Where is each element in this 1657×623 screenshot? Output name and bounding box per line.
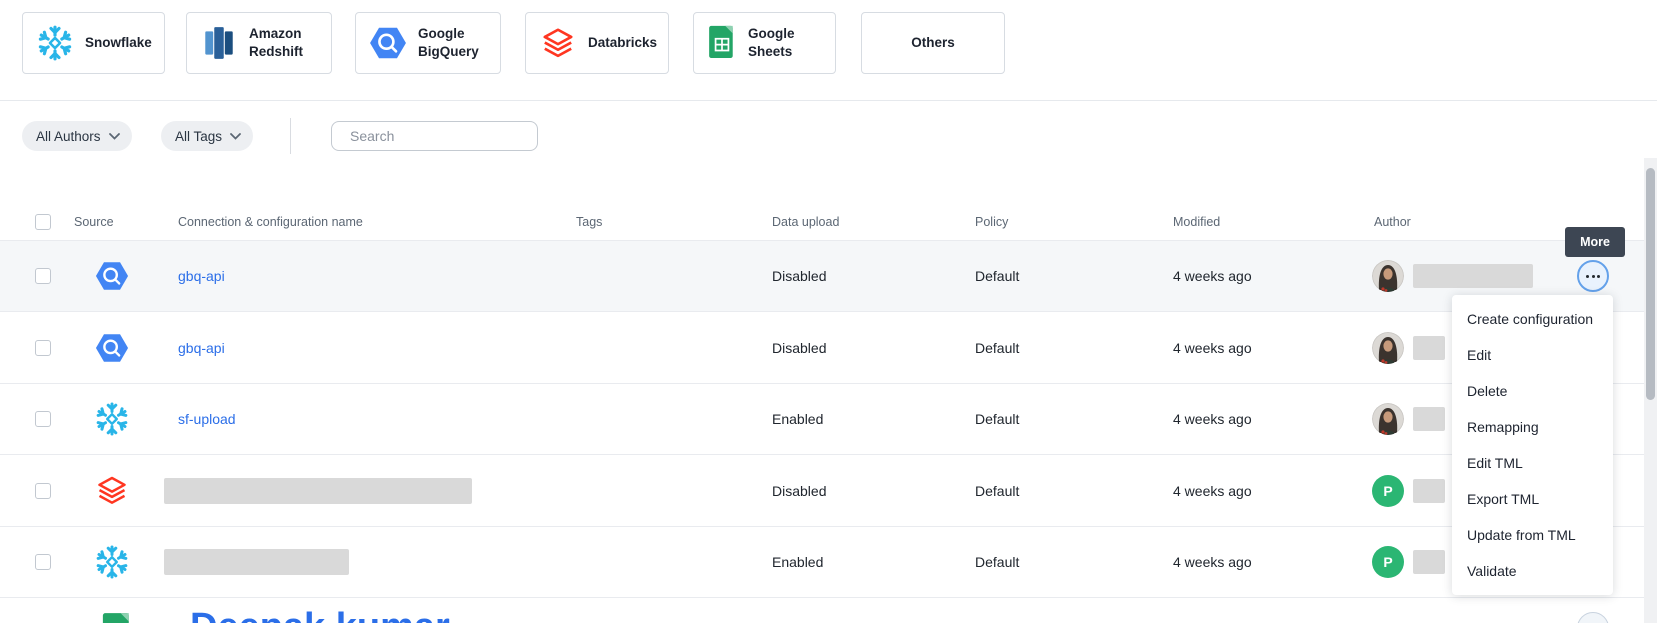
column-header: Connection & configuration name [178,215,363,229]
connector-label: Others [911,34,955,52]
data-upload-value: Enabled [772,411,823,427]
all-authors-filter[interactable]: All Authors [22,121,132,151]
policy-value: Default [975,268,1019,284]
chevron-down-icon [109,133,120,140]
menu-item-create-configuration[interactable]: Create configuration [1452,301,1613,337]
header-divider [0,100,1657,101]
sheets-icon [707,24,737,62]
author-avatar: P [1372,546,1404,578]
connector-button-redshift[interactable]: Amazon Redshift [186,12,332,74]
row-actions-menu: Create configurationEditDeleteRemappingE… [1452,295,1613,595]
connection-name-link[interactable]: gbq-api [178,340,225,356]
connector-label: Google Sheets [748,25,825,60]
modified-value: 4 weeks ago [1173,554,1252,570]
table-row[interactable]: gbq-api Disabled Default 4 weeks ago [0,312,1644,384]
connector-button-sheets[interactable]: Google Sheets [693,12,836,74]
redshift-icon [200,24,238,62]
row-checkbox[interactable] [35,268,51,284]
table-row-partial[interactable]: Deepak kumar [0,598,1644,623]
row-checkbox[interactable] [35,483,51,499]
policy-value: Default [975,554,1019,570]
more-actions-button[interactable] [1577,260,1609,292]
connection-name-link[interactable]: Deepak kumar [190,606,450,623]
all-tags-filter[interactable]: All Tags [161,121,253,151]
connector-label: Amazon Redshift [249,25,321,60]
policy-value: Default [975,411,1019,427]
snowflake-icon [94,401,130,437]
column-header: Policy [975,215,1008,229]
table-row[interactable]: Enabled Default 4 weeks ago P [0,527,1644,598]
select-all-checkbox[interactable] [35,214,51,230]
author-avatar: P [1372,475,1404,507]
all-tags-label: All Tags [175,129,222,144]
column-header: Source [74,215,114,229]
column-header: Tags [576,215,602,229]
google-sheets-icon [100,612,134,623]
row-checkbox[interactable] [35,411,51,427]
vertical-scrollbar[interactable] [1644,158,1657,623]
table-row[interactable]: Disabled Default 4 weeks ago P [0,455,1644,527]
bigquery-icon [95,261,129,292]
redacted-connection-name [164,549,349,575]
redacted-author-name [1413,336,1445,360]
snowflake-icon [36,24,74,62]
policy-value: Default [975,483,1019,499]
modified-value: 4 weeks ago [1173,340,1252,356]
databricks-icon [539,27,577,60]
modified-value: 4 weeks ago [1173,268,1252,284]
data-upload-value: Enabled [772,554,823,570]
connector-button-snowflake[interactable]: Snowflake [22,12,165,74]
menu-item-edit-tml[interactable]: Edit TML [1452,445,1613,481]
bigquery-icon [95,332,129,363]
data-upload-value: Disabled [772,268,826,284]
modified-value: 4 weeks ago [1173,411,1252,427]
menu-item-update-from-tml[interactable]: Update from TML [1452,517,1613,553]
column-header: Modified [1173,215,1220,229]
connection-name-link[interactable]: gbq-api [178,268,225,284]
data-upload-value: Disabled [772,340,826,356]
all-authors-label: All Authors [36,129,101,144]
redacted-connection-name [164,478,472,504]
menu-item-validate[interactable]: Validate [1452,553,1613,589]
menu-item-export-tml[interactable]: Export TML [1452,481,1613,517]
databricks-icon [94,475,130,506]
more-tooltip: More [1565,227,1625,257]
menu-item-delete[interactable]: Delete [1452,373,1613,409]
scrollbar-thumb[interactable] [1646,168,1655,400]
redacted-author-name [1413,550,1445,574]
search-input[interactable] [350,128,531,144]
chevron-down-icon [230,133,241,140]
connector-label: Google BigQuery [418,25,490,60]
author-avatar [1372,403,1404,435]
row-checkbox[interactable] [35,554,51,570]
connector-label: Databricks [588,34,657,52]
filter-separator [290,118,291,154]
connector-button-others[interactable]: Others [861,12,1005,74]
connector-label: Snowflake [85,34,152,52]
menu-item-remapping[interactable]: Remapping [1452,409,1613,445]
modified-value: 4 weeks ago [1173,483,1252,499]
redacted-author-name [1413,264,1533,288]
row-checkbox[interactable] [35,340,51,356]
column-header: Data upload [772,215,839,229]
connection-name-link[interactable]: sf-upload [178,411,236,427]
author-avatar [1372,260,1404,292]
redacted-author-name [1413,479,1445,503]
table-row[interactable]: sf-upload Enabled Default 4 weeks ago [0,384,1644,455]
data-upload-value: Disabled [772,483,826,499]
author-avatar [1372,332,1404,364]
snowflake-icon [94,544,130,580]
connector-button-databricks[interactable]: Databricks [525,12,669,74]
menu-item-edit[interactable]: Edit [1452,337,1613,373]
bigquery-icon [369,26,407,60]
table-row[interactable]: gbq-api Disabled Default 4 weeks ago [0,241,1644,312]
redacted-author-name [1413,407,1445,431]
search-box[interactable] [331,121,538,151]
connector-button-bigquery[interactable]: Google BigQuery [355,12,501,74]
more-actions-button[interactable] [1577,612,1609,623]
policy-value: Default [975,340,1019,356]
column-header: Author [1374,215,1411,229]
